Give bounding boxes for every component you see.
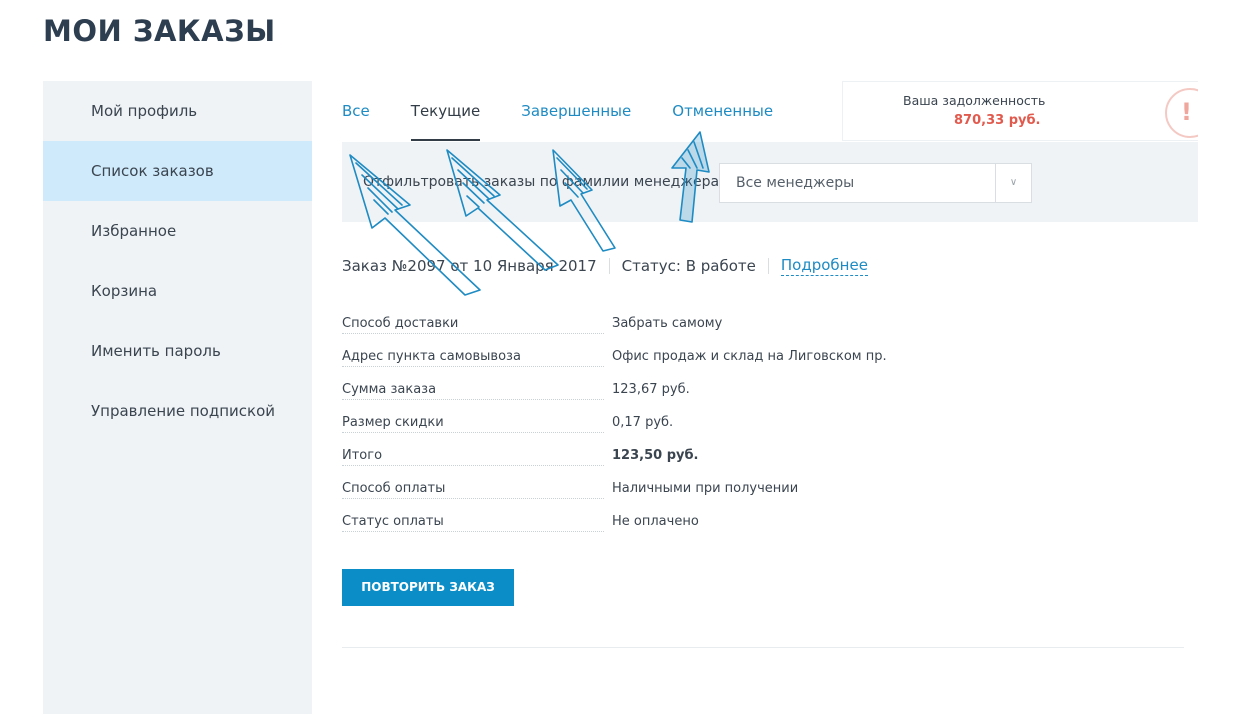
repeat-order-button[interactable]: ПОВТОРИТЬ ЗАКАЗ [342,569,514,606]
chevron-down-icon[interactable]: ∨ [995,164,1031,202]
order-details: Способ доставки Забрать самому Адрес пун… [342,314,942,545]
detail-key: Статус оплаты [342,514,448,529]
divider [608,258,610,274]
detail-row: Итого 123,50 руб. [342,446,942,479]
debt-panel: Ваша задолженность 870,33 руб. ! [842,81,1198,141]
detail-key: Размер скидки [342,415,448,430]
detail-row: Размер скидки 0,17 руб. [342,413,942,446]
detail-row: Способ доставки Забрать самому [342,314,942,347]
detail-value: 123,67 руб. [612,382,690,397]
sidebar-item-password[interactable]: Именить пароль [43,321,312,381]
detail-value: 123,50 руб. [612,448,699,463]
order-tabs: Все Текущие Завершенные Отмененные [342,81,814,141]
detail-row: Адрес пункта самовывоза Офис продаж и ск… [342,347,942,380]
exclamation-icon: ! [1165,88,1198,138]
filter-label: Отфильтровать заказы по фамилии менеджер… [363,174,720,190]
divider [767,258,769,274]
detail-key: Сумма заказа [342,382,441,397]
detail-row: Способ оплаты Наличными при получении [342,479,942,512]
order-status: Статус: В работе [621,257,756,275]
sidebar-item-subscription[interactable]: Управление подпиской [43,381,312,441]
sidebar-item-profile[interactable]: Мой профиль [43,81,312,141]
detail-value: Наличными при получении [612,481,799,496]
sidebar: Мой профиль Список заказов Избранное Кор… [43,81,312,714]
debt-label: Ваша задолженность [903,93,1046,108]
manager-select[interactable]: Все менеджеры ∨ [719,163,1032,203]
order-title: Заказ №2097 от 10 Января 2017 [342,257,597,275]
page-title: МОИ ЗАКАЗЫ [43,14,276,48]
divider [342,647,1184,648]
sidebar-item-cart[interactable]: Корзина [43,261,312,321]
sidebar-item-orders[interactable]: Список заказов [43,141,312,201]
tab-all[interactable]: Все [342,81,370,141]
detail-key: Способ оплаты [342,481,450,496]
tab-cancelled[interactable]: Отмененные [672,81,773,141]
detail-value: 0,17 руб. [612,415,674,430]
detail-row: Статус оплаты Не оплачено [342,512,942,545]
tab-current[interactable]: Текущие [410,81,481,141]
detail-key: Адрес пункта самовывоза [342,349,525,364]
order-details-link[interactable]: Подробнее [780,256,868,276]
manager-select-value: Все менеджеры [736,175,855,191]
debt-value: 870,33 руб. [954,113,1041,128]
sidebar-item-favorites[interactable]: Избранное [43,201,312,261]
detail-value: Офис продаж и склад на Лиговском пр. [612,349,887,364]
detail-key: Итого [342,448,387,463]
detail-value: Не оплачено [612,514,699,529]
order-header: Заказ №2097 от 10 Января 2017 Статус: В … [342,256,868,276]
detail-value: Забрать самому [612,316,723,331]
manager-filter-bar: Отфильтровать заказы по фамилии менеджер… [342,142,1198,222]
tab-completed[interactable]: Завершенные [521,81,631,141]
detail-key: Способ доставки [342,316,463,331]
detail-row: Сумма заказа 123,67 руб. [342,380,942,413]
